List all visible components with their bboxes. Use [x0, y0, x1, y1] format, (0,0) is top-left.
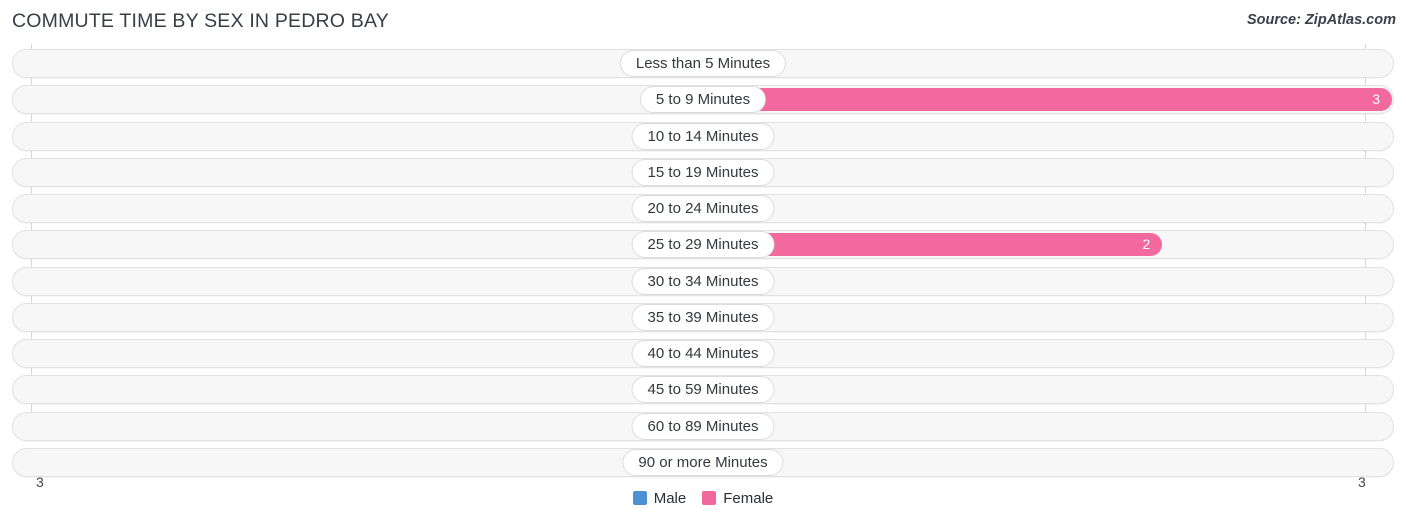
- source-attribution: Source: ZipAtlas.com: [1246, 12, 1396, 28]
- page-title: COMMUTE TIME BY SEX IN PEDRO BAY: [12, 10, 389, 32]
- chart-row[interactable]: 0040 to 44 Minutes: [12, 339, 1394, 368]
- legend-swatch-male-icon: [632, 491, 647, 505]
- chart-row[interactable]: 0045 to 59 Minutes: [12, 375, 1394, 405]
- chart-row[interactable]: 0225 to 29 Minutes: [12, 230, 1394, 260]
- row-category-label: 90 or more Minutes: [622, 448, 784, 476]
- chart-row[interactable]: 035 to 9 Minutes: [12, 85, 1394, 115]
- chart-legend: Male Female: [0, 486, 1406, 510]
- chart-row[interactable]: 0060 to 89 Minutes: [12, 411, 1394, 441]
- legend-item-male[interactable]: Male: [632, 489, 687, 507]
- bar-female[interactable]: [703, 88, 1392, 112]
- row-category-label: 20 to 24 Minutes: [631, 195, 775, 222]
- row-category-label: 5 to 9 Minutes: [639, 86, 767, 114]
- row-category-label: 35 to 39 Minutes: [631, 303, 775, 331]
- legend-swatch-female-icon: [702, 491, 717, 505]
- chart-row[interactable]: 0035 to 39 Minutes: [12, 302, 1394, 332]
- legend-label-male: Male: [653, 489, 687, 507]
- row-category-label: 40 to 44 Minutes: [631, 340, 775, 367]
- chart-header: COMMUTE TIME BY SEX IN PEDRO BAY Source:…: [0, 0, 1406, 44]
- row-category-label: 25 to 29 Minutes: [631, 231, 775, 259]
- chart-row[interactable]: 0090 or more Minutes: [12, 447, 1394, 477]
- row-category-label: 15 to 19 Minutes: [631, 158, 775, 186]
- chart-row[interactable]: 00Less than 5 Minutes: [12, 49, 1394, 78]
- row-category-label: 45 to 59 Minutes: [631, 376, 775, 404]
- bar-value-female: 2: [1142, 236, 1151, 253]
- row-category-label: Less than 5 Minutes: [619, 50, 787, 77]
- chart-row[interactable]: 0030 to 34 Minutes: [12, 266, 1394, 296]
- legend-label-female: Female: [723, 489, 774, 507]
- row-category-label: 60 to 89 Minutes: [631, 412, 775, 440]
- chart-row[interactable]: 0010 to 14 Minutes: [12, 121, 1394, 151]
- legend-item-female[interactable]: Female: [702, 490, 773, 507]
- row-category-label: 10 to 14 Minutes: [631, 122, 775, 150]
- chart-row[interactable]: 0015 to 19 Minutes: [12, 157, 1394, 187]
- chart-plot-area: 00Less than 5 Minutes035 to 9 Minutes001…: [0, 44, 1406, 490]
- row-category-label: 30 to 34 Minutes: [631, 267, 775, 295]
- chart-row[interactable]: 0020 to 24 Minutes: [12, 194, 1394, 223]
- bar-value-female: 3: [1372, 91, 1380, 108]
